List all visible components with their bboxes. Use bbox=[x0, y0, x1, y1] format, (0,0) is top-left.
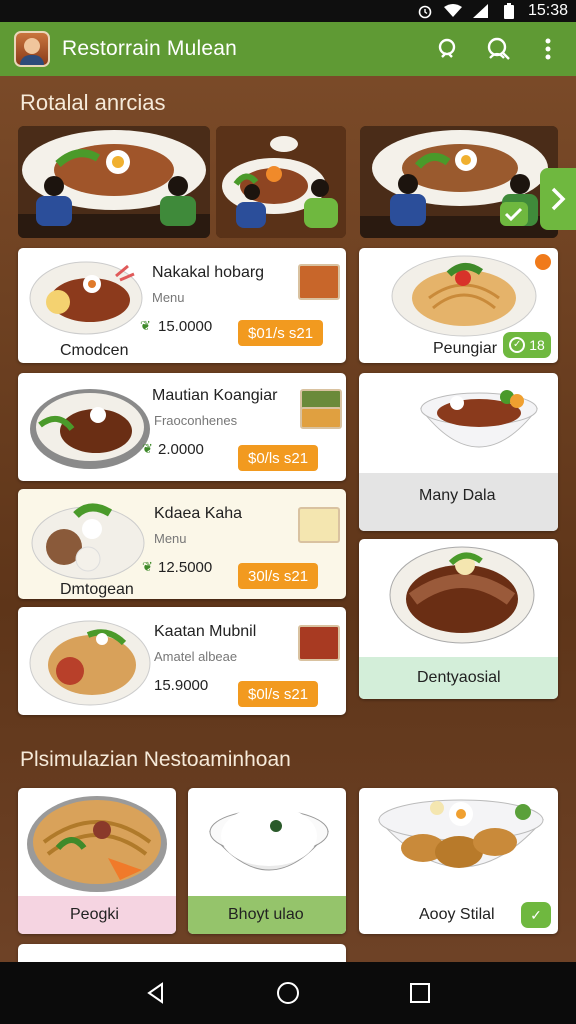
menu-item-name: Mautian Koangiar bbox=[152, 387, 278, 404]
menu-item-price: 15.9000 bbox=[154, 677, 209, 694]
dish-image bbox=[389, 546, 535, 644]
dish-card-right-1[interactable]: Peungiar ✓ 18 bbox=[359, 248, 558, 363]
wifi-icon bbox=[443, 3, 462, 19]
menu-item-name: Nakakal hobarg bbox=[152, 264, 265, 281]
app-bar: Restorrain Mulean bbox=[0, 22, 576, 76]
menu-item-name: Kdaea Kaha bbox=[154, 505, 243, 522]
signal-icon bbox=[472, 3, 490, 19]
order-button[interactable]: $0/ls s21 bbox=[238, 445, 319, 471]
navigation-bar bbox=[0, 962, 576, 1024]
dish-card-right-2[interactable]: Many Dala bbox=[359, 373, 558, 531]
section-title-bottom: Plsimulazian Nestoaminhoan bbox=[20, 748, 291, 771]
search-icon[interactable] bbox=[434, 35, 462, 63]
dish-caption: Dentyaosial bbox=[417, 669, 501, 686]
menu-item-subtitle: Amatel albeae bbox=[154, 649, 238, 664]
menu-card-2[interactable]: Mautian Koangiar Fraoconhenes ❦ 2.0000 $… bbox=[18, 373, 346, 481]
thumbnail-image bbox=[298, 625, 340, 661]
more-vert-icon[interactable] bbox=[534, 35, 562, 63]
dish-image bbox=[29, 261, 143, 335]
check-badge[interactable]: ✓ 18 bbox=[503, 332, 551, 358]
bottom-card-4[interactable] bbox=[18, 944, 346, 962]
featured-image-3[interactable] bbox=[360, 126, 558, 238]
back-icon[interactable] bbox=[136, 973, 176, 1013]
battery-icon bbox=[500, 3, 518, 19]
menu-item-caption: Cmodcen bbox=[60, 342, 129, 359]
bottom-card-2[interactable]: Bhoyt ulao bbox=[188, 788, 346, 934]
menu-item-name: Kaatan Mubnil bbox=[154, 623, 257, 640]
dish-image bbox=[391, 255, 537, 337]
content-area[interactable]: Rotalal anrcias Nakakal hobarg Menu ❦ 15… bbox=[0, 76, 576, 962]
thumbnail-image bbox=[298, 264, 340, 300]
dish-caption: Bhoyt ulao bbox=[228, 906, 304, 923]
order-button[interactable]: $0l/s s21 bbox=[238, 681, 319, 707]
status-bar: 15:38 bbox=[0, 0, 576, 22]
dish-caption: Peogki bbox=[70, 906, 119, 923]
home-icon[interactable] bbox=[268, 973, 308, 1013]
featured-image-1[interactable] bbox=[18, 126, 210, 238]
order-button[interactable]: 30l/s s21 bbox=[238, 563, 319, 589]
side-drawer-tab[interactable] bbox=[540, 168, 576, 230]
featured-image-2[interactable] bbox=[216, 126, 346, 238]
dish-image bbox=[208, 806, 330, 871]
dish-image bbox=[27, 796, 167, 892]
section-title-top: Rotalal anrcias bbox=[20, 90, 166, 115]
thumbnail-image bbox=[298, 507, 340, 543]
status-time: 15:38 bbox=[527, 2, 568, 19]
menu-card-4[interactable]: Kaatan Mubnil Amatel albeae 15.9000 $0l/… bbox=[18, 607, 346, 715]
dish-caption: Many Dala bbox=[419, 487, 496, 504]
check-icon: ✓ bbox=[509, 337, 526, 353]
dish-image bbox=[419, 390, 539, 448]
dish-caption: Aooy Stilal bbox=[419, 906, 495, 923]
menu-item-subtitle: Fraoconhenes bbox=[154, 413, 238, 428]
check-icon[interactable]: ✓ bbox=[521, 902, 551, 928]
badge-count: 18 bbox=[529, 337, 545, 353]
order-button[interactable]: $01/s s21 bbox=[238, 320, 324, 346]
menu-item-price: 15.0000 bbox=[158, 318, 213, 335]
menu-item-caption: Dmtogean bbox=[60, 581, 134, 598]
leaf-icon: ❦ bbox=[140, 318, 151, 333]
leaf-icon: ❦ bbox=[142, 559, 153, 574]
dish-card-right-3[interactable]: Dentyaosial bbox=[359, 539, 558, 699]
dish-caption: Peungiar bbox=[433, 340, 498, 357]
app-title: Restorrain Mulean bbox=[62, 37, 237, 60]
menu-item-subtitle: Menu bbox=[154, 531, 187, 546]
menu-item-subtitle: Menu bbox=[152, 290, 185, 305]
dish-image bbox=[31, 503, 145, 580]
avatar[interactable] bbox=[14, 31, 50, 67]
menu-item-price: 12.5000 bbox=[158, 559, 213, 576]
leaf-icon: ❦ bbox=[142, 441, 153, 456]
dish-image bbox=[377, 799, 545, 868]
menu-card-3[interactable]: Kdaea Kaha Menu ❦ 12.5000 30l/s s21 Dmto… bbox=[18, 489, 346, 599]
dish-image bbox=[30, 389, 150, 469]
profile-search-icon[interactable] bbox=[484, 35, 512, 63]
bottom-card-1[interactable]: Peogki bbox=[18, 788, 176, 934]
recents-icon[interactable] bbox=[400, 973, 440, 1013]
alarm-icon bbox=[416, 3, 434, 19]
bottom-card-3[interactable]: Aooy Stilal ✓ bbox=[359, 788, 558, 934]
menu-card-1[interactable]: Nakakal hobarg Menu ❦ 15.0000 $01/s s21 … bbox=[18, 248, 346, 363]
thumbnail-image bbox=[300, 407, 342, 429]
dish-image bbox=[29, 620, 151, 706]
menu-item-price: 2.0000 bbox=[158, 441, 204, 458]
